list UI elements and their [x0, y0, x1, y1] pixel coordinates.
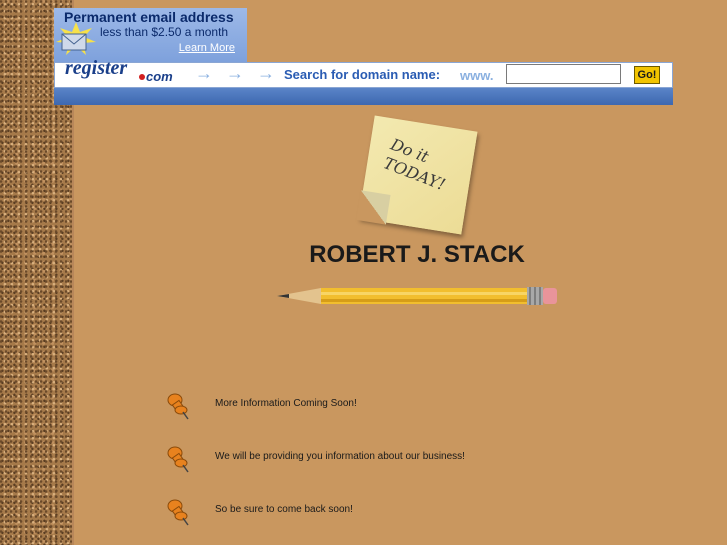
domain-search-bar: register com → → → Search for domain nam… [54, 57, 673, 88]
register-logo[interactable]: register [65, 57, 127, 80]
register-banner-ad[interactable]: Permanent email address less than $2.50 … [54, 8, 673, 105]
domain-search-input[interactable] [506, 64, 621, 84]
list-item-text: More Information Coming Soon! [215, 398, 357, 409]
go-button[interactable]: Go! [634, 66, 660, 84]
learn-more-link[interactable]: Learn More [179, 42, 235, 54]
note-curl [356, 190, 391, 225]
email-promo[interactable]: Permanent email address less than $2.50 … [54, 8, 247, 63]
list-item-text: So be sure to come back soon! [215, 504, 353, 515]
logo-dot-icon [139, 74, 145, 80]
pencil-icon [277, 287, 557, 305]
sticky-note-text: Do it TODAY! [381, 135, 456, 195]
pushpin-icon [167, 393, 189, 420]
envelope-burst-icon [56, 22, 96, 55]
search-label: Search for domain name: [284, 67, 441, 82]
pushpin-icon [167, 446, 189, 473]
sticky-note: Do it TODAY! [356, 115, 478, 235]
banner-strip [54, 88, 673, 105]
www-prefix: www. [460, 68, 494, 83]
list-item-text: We will be providing you information abo… [215, 451, 465, 462]
arrow-icons: → → → [195, 63, 280, 83]
logo-com: com [146, 69, 173, 84]
page-title: ROBERT J. STACK [309, 241, 525, 268]
pushpin-icon [167, 499, 189, 526]
promo-title: Permanent email address [64, 9, 234, 25]
promo-price: less than $2.50 a month [100, 25, 229, 39]
